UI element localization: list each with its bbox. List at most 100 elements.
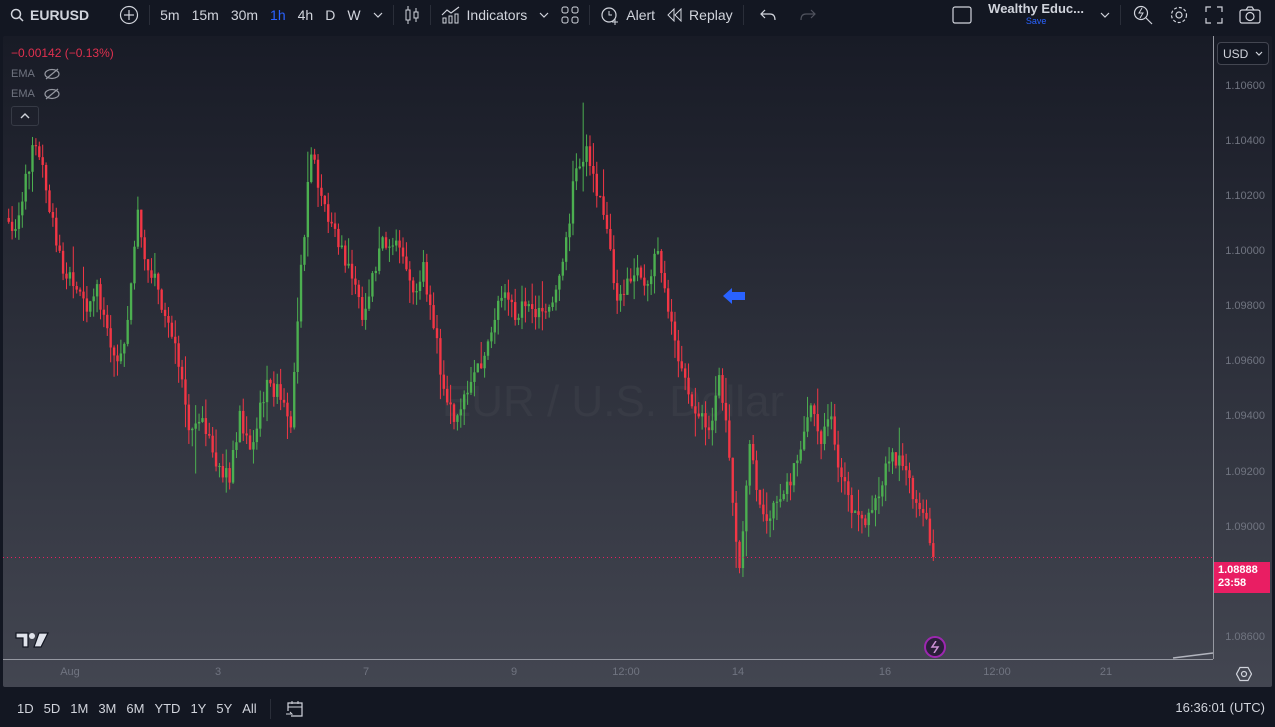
quick-search-button[interactable] [1125,0,1161,30]
candle-body [160,289,163,310]
interval-4h[interactable]: 4h [292,0,320,30]
candle-body [833,416,836,445]
axis-settings-button[interactable] [1236,666,1252,687]
candle-body [881,485,884,497]
candle-body [354,278,357,285]
candles-icon [404,5,420,25]
candle-body [58,245,61,251]
layout-dropdown[interactable] [1094,0,1116,30]
ema-2-legend: EMA [11,88,114,100]
candle-body [184,379,187,405]
candle-body [425,262,428,295]
currency-select[interactable]: USD [1217,42,1269,65]
calendar-goto-icon [285,699,305,719]
candle-body [44,164,48,191]
annotation-arrow-icon[interactable] [723,288,745,304]
time-tick: 3 [214,666,222,678]
eye-hidden-icon[interactable] [43,88,61,100]
interval-15m[interactable]: 15m [186,0,225,30]
candle-body [157,273,160,290]
interval-1h[interactable]: 1h [264,0,292,30]
save-label[interactable]: Save [1026,15,1047,27]
candle-body [286,402,289,417]
go-to-date-button[interactable] [279,694,311,724]
range-1m[interactable]: 1M [65,701,93,716]
replay-label: Replay [689,7,733,23]
candle-body [636,267,639,276]
candle-body [401,247,405,257]
trend-line-drawing[interactable] [1172,652,1213,659]
range-5y[interactable]: 5Y [211,701,237,716]
undo-icon [759,9,776,21]
interval-30m[interactable]: 30m [225,0,264,30]
range-all[interactable]: All [237,701,261,716]
alert-label: Alert [626,7,656,23]
screenshot-button[interactable] [1231,0,1275,30]
interval-D[interactable]: D [319,0,341,30]
candle-body [809,405,813,418]
candle-body [490,332,493,342]
time-tick: 16 [878,666,892,678]
candle-body [24,173,27,202]
candle-body [194,423,197,429]
candle-body [530,304,534,310]
settings-button[interactable] [1161,0,1197,30]
layout-select-checkbox[interactable] [946,0,978,30]
candle-body [867,512,870,526]
compare-symbol-button[interactable] [113,0,145,30]
candle-body [65,273,68,279]
layout-name-button[interactable]: Wealthy Educ... Save [978,0,1094,30]
collapse-legend-button[interactable] [11,106,39,126]
candle-body [82,291,85,299]
candle-body [459,409,462,416]
time-tick: 12:00 [612,666,640,678]
candle-body [619,293,622,301]
replay-button[interactable]: Replay [661,0,739,30]
chart-pane[interactable]: EUR / U.S. Dollar −0.00142 (−0.13%) EMA … [3,36,1272,687]
candle-body [225,468,228,478]
candle-body [503,292,507,298]
eye-hidden-icon[interactable] [43,68,61,80]
indicators-dropdown[interactable] [533,0,555,30]
range-1y[interactable]: 1Y [185,701,211,716]
interval-W[interactable]: W [341,0,366,30]
candle-body [429,294,432,306]
range-5d[interactable]: 5D [39,701,66,716]
range-1d[interactable]: 1D [12,701,39,716]
candle-body [41,157,44,165]
redo-icon [800,9,816,21]
price-tick: 1.09800 [1225,300,1265,313]
events-button[interactable] [924,636,946,658]
candle-body [578,166,581,169]
range-3m[interactable]: 3M [93,701,121,716]
candle-body [231,449,235,483]
alert-button[interactable]: Alert [594,0,661,30]
candle-body [602,196,605,215]
candle-body [653,253,656,277]
chart-type-button[interactable] [398,0,426,30]
time-axis[interactable]: Aug 3 7 9 12:00 14 16 12:00 21 [3,659,1213,687]
symbol-watermark: EUR / U.S. Dollar [442,377,784,426]
indicators-button[interactable]: Indicators [435,0,534,30]
price-plot[interactable]: EUR / U.S. Dollar [3,36,1213,659]
time-tick: 12:00 [983,666,1011,678]
bar-countdown: 23:58 [1218,577,1247,589]
templates-button[interactable] [555,0,585,30]
candle-body [276,384,279,397]
lightning-search-icon [1133,5,1153,25]
redo-button[interactable] [788,0,828,30]
range-ytd[interactable]: YTD [149,701,185,716]
tradingview-logo[interactable] [15,632,49,653]
time-tick: Aug [60,666,80,678]
candle-body [313,154,316,160]
undo-button[interactable] [748,0,788,30]
interval-5m[interactable]: 5m [154,0,185,30]
candle-body [918,502,921,510]
candle-body [823,426,826,444]
candle-body [14,228,17,231]
symbol-search[interactable]: EURUSD [0,0,95,30]
fullscreen-button[interactable] [1197,0,1231,30]
interval-dropdown[interactable] [367,0,389,30]
range-6m[interactable]: 6M [121,701,149,716]
utc-clock[interactable]: 16:36:01 (UTC) [1175,700,1265,715]
